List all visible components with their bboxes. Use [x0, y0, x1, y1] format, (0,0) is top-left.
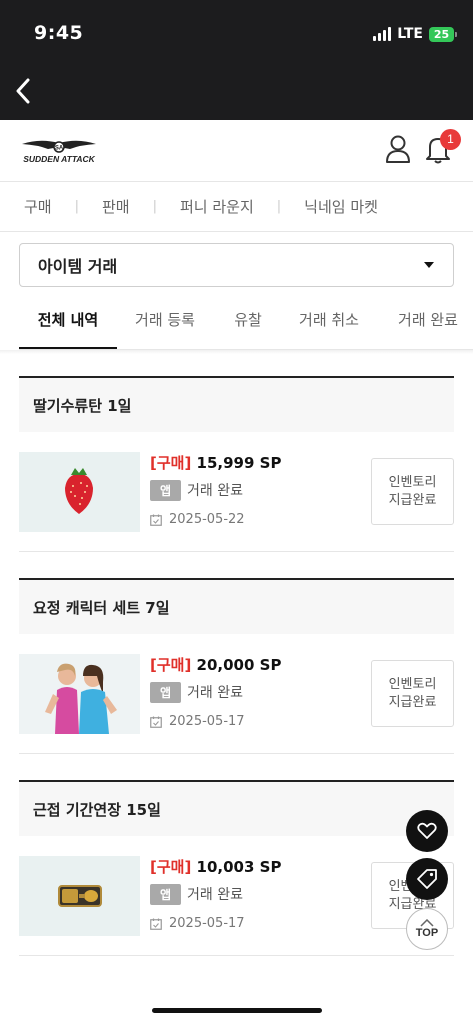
strawberry-grenade-image: [65, 468, 93, 514]
sudden-attack-logo[interactable]: SA SUDDEN ATTACK: [20, 136, 98, 166]
order-price: 10,003 SP: [196, 858, 282, 876]
network-label: LTE: [397, 26, 423, 42]
user-icon[interactable]: [384, 134, 412, 164]
order-body: [구매] 15,999 SP 앱 거래 완료 2025-05-22 인벤토리 지…: [19, 432, 454, 552]
item-thumbnail[interactable]: [19, 654, 140, 734]
calendar-icon: [150, 918, 162, 930]
logo-text: SUDDEN ATTACK: [23, 154, 95, 164]
order-price: 15,999 SP: [196, 454, 282, 472]
app-badge: 앱: [150, 681, 182, 703]
price-line: [구매] 15,999 SP: [150, 452, 281, 474]
status-line: 앱 거래 완료: [150, 681, 281, 703]
home-indicator: [152, 1008, 322, 1013]
status-tabs: 전체 내역 거래 등록 유찰 거래 취소 거래 완료: [19, 290, 473, 350]
order-price: 20,000 SP: [196, 656, 282, 674]
order-info: [구매] 10,003 SP 앱 거래 완료 2025-05-17: [150, 856, 281, 931]
order-title-bar: 요정 캐릭터 세트 7일: [19, 578, 454, 634]
coupon-fab[interactable]: [406, 858, 448, 900]
app-badge: 앱: [150, 479, 182, 501]
svg-text:SA: SA: [55, 146, 64, 152]
order-info: [구매] 15,999 SP 앱 거래 완료 2025-05-22: [150, 452, 281, 527]
item-thumbnail[interactable]: [19, 856, 140, 936]
battery-icon: 25: [429, 26, 457, 42]
action-line-1: 인벤토리: [388, 676, 437, 692]
nav-item-lounge[interactable]: 퍼니 라운지: [180, 196, 254, 217]
action-line-2: 지급완료: [388, 492, 437, 508]
battery-level: 25: [429, 26, 454, 42]
date-line: 2025-05-17: [150, 916, 281, 931]
status-indicators: LTE 25: [373, 26, 457, 42]
back-button[interactable]: [6, 72, 40, 110]
order-type-tag: [구매]: [150, 454, 192, 472]
tab-completed[interactable]: 거래 완료: [383, 290, 473, 349]
status-line: 앱 거래 완료: [150, 479, 281, 501]
order-card: 딸기수류탄 1일 [구매] 15,999 SP 앱 거래 완료 2025-05-…: [19, 376, 454, 552]
heart-icon: [417, 822, 437, 839]
order-date: 2025-05-17: [169, 916, 245, 931]
nav-item-sell[interactable]: 판매: [102, 196, 130, 217]
inventory-delivered-button[interactable]: 인벤토리 지급완료: [371, 458, 454, 525]
order-date: 2025-05-22: [169, 512, 245, 527]
melee-extension-ticket-image: [58, 885, 102, 907]
order-card: 요정 캐릭터 세트 7일 [구매] 20,000 SP 앱 거래 완료 2025…: [19, 578, 454, 754]
order-title: 딸기수류탄 1일: [33, 396, 132, 415]
nav-separator: |: [74, 199, 79, 214]
calendar-icon: [150, 716, 162, 728]
app-badge: 앱: [150, 883, 182, 905]
order-title: 근접 기간연장 15일: [33, 800, 161, 819]
category-select-value: 아이템 거래: [38, 257, 118, 276]
scroll-top-button[interactable]: TOP: [406, 908, 448, 950]
status-time: 9:45: [34, 22, 84, 44]
order-type-tag: [구매]: [150, 656, 192, 674]
app-header: SA SUDDEN ATTACK: [0, 120, 473, 182]
signal-icon: [373, 27, 392, 41]
order-body: [구매] 10,003 SP 앱 거래 완료 2025-05-17 인벤토리 지…: [19, 836, 454, 956]
calendar-icon: [150, 514, 162, 526]
date-line: 2025-05-22: [150, 512, 281, 527]
wishlist-fab[interactable]: [406, 810, 448, 852]
order-info: [구매] 20,000 SP 앱 거래 완료 2025-05-17: [150, 654, 281, 729]
tab-unsold[interactable]: 유찰: [219, 290, 277, 349]
order-title-bar: 근접 기간연장 15일: [19, 780, 454, 836]
inventory-delivered-button[interactable]: 인벤토리 지급완료: [371, 660, 454, 727]
chevron-left-icon: [16, 78, 30, 104]
order-type-tag: [구매]: [150, 858, 192, 876]
price-line: [구매] 10,003 SP: [150, 856, 281, 878]
order-status: 거래 완료: [187, 685, 244, 701]
order-date: 2025-05-17: [169, 714, 245, 729]
tab-registered[interactable]: 거래 등록: [119, 290, 211, 349]
navigation-bar: [0, 62, 473, 120]
nav-item-nickname-market[interactable]: 닉네임 마켓: [304, 196, 378, 217]
scroll-top-label: TOP: [415, 927, 439, 939]
item-thumbnail[interactable]: [19, 452, 140, 532]
order-title-bar: 딸기수류탄 1일: [19, 376, 454, 432]
tab-cancelled[interactable]: 거래 취소: [287, 290, 371, 349]
order-title: 요정 캐릭터 세트 7일: [33, 598, 170, 617]
order-status: 거래 완료: [187, 483, 244, 499]
caret-down-icon: [424, 262, 434, 268]
order-body: [구매] 20,000 SP 앱 거래 완료 2025-05-17 인벤토리 지…: [19, 634, 454, 754]
nav-separator: |: [276, 199, 282, 214]
status-bar: 9:45 LTE 25: [0, 0, 473, 62]
tabs-divider: [0, 350, 473, 354]
tab-all[interactable]: 전체 내역: [19, 290, 117, 349]
main-nav: 구매 | 판매 | 퍼니 라운지 | 닉네임 마켓: [0, 182, 473, 232]
fairy-character-image: [45, 663, 117, 734]
tag-icon: [417, 869, 437, 889]
price-line: [구매] 20,000 SP: [150, 654, 281, 676]
status-line: 앱 거래 완료: [150, 883, 281, 905]
nav-separator: |: [152, 199, 157, 214]
order-status: 거래 완료: [187, 887, 244, 903]
category-select[interactable]: 아이템 거래: [19, 243, 454, 287]
action-line-2: 지급완료: [388, 694, 437, 710]
action-line-1: 인벤토리: [388, 474, 437, 490]
nav-item-buy[interactable]: 구매: [24, 196, 52, 217]
notification-badge: 1: [440, 129, 461, 150]
chevron-up-icon: [420, 919, 434, 927]
order-card: 근접 기간연장 15일 [구매] 10,003 SP 앱 거래 완료 2025-…: [19, 780, 454, 956]
date-line: 2025-05-17: [150, 714, 281, 729]
